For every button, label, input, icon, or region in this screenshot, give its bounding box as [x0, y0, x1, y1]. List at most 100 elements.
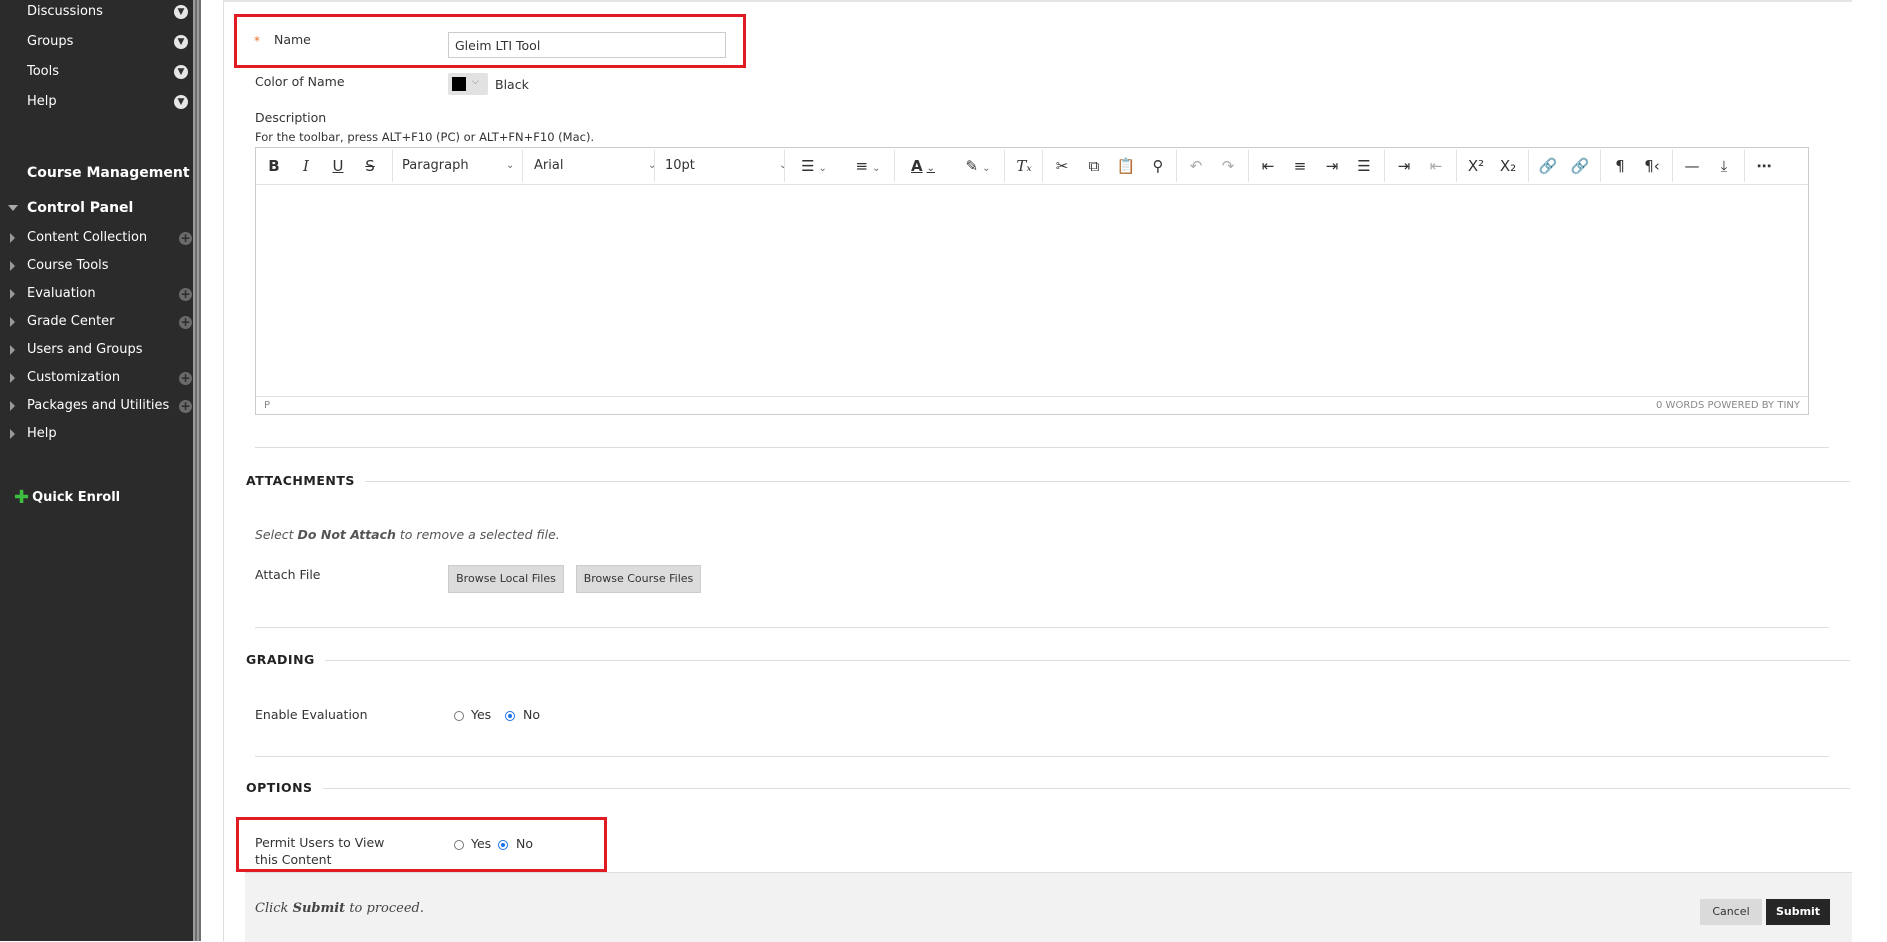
sidebar: Discussions ▼ Groups ▼ Tools ▼ Help ▼ Co…: [0, 0, 193, 941]
sidebar-item-evaluation[interactable]: Evaluation +: [0, 284, 193, 306]
sidebar-resize-handle[interactable]: [193, 0, 201, 941]
italic-icon[interactable]: I: [296, 156, 316, 176]
attachments-hint: Select Do Not Attach to remove a selecte…: [255, 527, 560, 542]
caret-down-icon[interactable]: [8, 205, 18, 211]
subscript-icon[interactable]: X₂: [1496, 156, 1520, 176]
divider: [246, 660, 1850, 661]
horizontal-rule-icon[interactable]: —: [1680, 156, 1704, 176]
format-select-value: Paragraph: [402, 158, 469, 173]
chevron-down-icon[interactable]: ▼: [174, 35, 188, 49]
sidebar-item-tools[interactable]: Tools: [27, 64, 59, 79]
chevron-down-icon: ⌄: [506, 160, 515, 171]
divider: [223, 0, 1852, 2]
add-icon[interactable]: +: [179, 400, 192, 413]
search-icon[interactable]: ⚲: [1146, 156, 1170, 176]
chevron-down-icon[interactable]: ▼: [174, 65, 188, 79]
strikethrough-icon[interactable]: S: [360, 156, 380, 176]
outdent-icon[interactable]: ⇤: [1424, 156, 1448, 176]
font-select[interactable]: Arial ⌄: [534, 156, 657, 176]
divider: [255, 627, 1829, 628]
redo-icon[interactable]: ↷: [1216, 156, 1240, 176]
link-icon[interactable]: 🔗: [1536, 156, 1560, 176]
chevron-down-icon: ⌄: [648, 160, 657, 171]
undo-icon[interactable]: ↶: [1184, 156, 1208, 176]
add-icon[interactable]: +: [179, 288, 192, 301]
radio-label-yes: Yes: [471, 707, 492, 722]
sidebar-item-label: Evaluation: [27, 286, 96, 301]
bullet-list-icon[interactable]: ☰ ⌄: [792, 156, 836, 176]
more-icon[interactable]: ⋯: [1752, 156, 1776, 176]
sidebar-item-packages-and-utilities[interactable]: Packages and Utilities +: [0, 396, 193, 418]
add-icon[interactable]: +: [179, 316, 192, 329]
attachments-heading: ATTACHMENTS: [246, 473, 365, 488]
description-label: Description: [255, 110, 327, 125]
copy-icon[interactable]: ⧉: [1082, 156, 1106, 176]
align-right-icon[interactable]: ⇥: [1320, 156, 1344, 176]
sidebar-item-content-collection[interactable]: Content Collection +: [0, 228, 193, 250]
add-icon[interactable]: +: [179, 372, 192, 385]
browse-course-files-button[interactable]: Browse Course Files: [576, 565, 701, 593]
align-center-icon[interactable]: ≡: [1288, 156, 1312, 176]
quick-enroll-link[interactable]: ✚ Quick Enroll: [14, 487, 120, 508]
toolbar-hint: For the toolbar, press ALT+F10 (PC) or A…: [255, 130, 595, 144]
sidebar-item-customization[interactable]: Customization +: [0, 368, 193, 390]
grading-heading: GRADING: [246, 652, 325, 667]
font-size-select[interactable]: 10pt⌄: [665, 156, 787, 176]
caret-right-icon: [10, 429, 15, 439]
cancel-button[interactable]: Cancel: [1700, 899, 1762, 925]
chevron-down-icon[interactable]: ▼: [174, 95, 188, 109]
underline-icon[interactable]: U: [328, 156, 348, 176]
sidebar-item-course-tools[interactable]: Course Tools: [0, 256, 193, 278]
cut-icon[interactable]: ✂: [1050, 156, 1074, 176]
add-icon[interactable]: +: [179, 232, 192, 245]
text-color-icon[interactable]: A ⌄: [901, 156, 945, 176]
chevron-down-icon[interactable]: ▼: [174, 5, 188, 19]
word-count: 0 WORDS POWERED BY TINY: [1656, 400, 1800, 411]
font-select-value: Arial: [534, 158, 564, 173]
ltr-icon[interactable]: ¶: [1608, 156, 1632, 176]
unlink-icon[interactable]: 🔗: [1568, 156, 1592, 176]
submit-bar: Click Submit to proceed. Cancel Submit: [245, 872, 1852, 942]
sidebar-item-groups[interactable]: Groups: [27, 34, 73, 49]
sidebar-item-discussions[interactable]: Discussions: [27, 4, 103, 19]
sidebar-item-label: Help: [27, 426, 57, 441]
sidebar-item-label: Customization: [27, 370, 121, 385]
sidebar-item-help[interactable]: Help: [0, 424, 193, 446]
options-heading: OPTIONS: [246, 780, 323, 795]
align-justify-icon[interactable]: ☰: [1352, 156, 1376, 176]
editor-content-area[interactable]: [256, 184, 1808, 398]
caret-right-icon: [10, 317, 15, 327]
format-select[interactable]: Paragraph ⌄: [402, 156, 515, 176]
highlight-color-icon[interactable]: ✎ ⌄: [956, 156, 1000, 176]
font-size-value: 10pt: [665, 158, 695, 173]
enable-evaluation-no-radio[interactable]: [505, 711, 515, 721]
sidebar-item-grade-center[interactable]: Grade Center +: [0, 312, 193, 334]
enable-evaluation-label: Enable Evaluation: [255, 707, 368, 722]
permit-users-no-radio[interactable]: [498, 840, 508, 850]
indent-icon[interactable]: ⇥: [1392, 156, 1416, 176]
sidebar-item-users-and-groups[interactable]: Users and Groups: [0, 340, 193, 362]
rtl-icon[interactable]: ¶‹: [1640, 156, 1664, 176]
insert-icon[interactable]: ⤓: [1712, 156, 1736, 176]
enable-evaluation-yes-radio[interactable]: [454, 711, 464, 721]
browse-local-files-button[interactable]: Browse Local Files: [448, 565, 564, 593]
sidebar-item-label: Course Tools: [27, 258, 109, 273]
align-left-icon[interactable]: ⇤: [1256, 156, 1280, 176]
sidebar-item-help-top[interactable]: Help: [27, 94, 57, 109]
clear-formatting-icon[interactable]: Tₓ: [1011, 156, 1037, 176]
numbered-list-icon[interactable]: ≡ ⌄: [846, 156, 890, 176]
radio-label-no: No: [516, 836, 533, 851]
name-input[interactable]: [448, 32, 726, 58]
divider: [246, 788, 1850, 789]
plus-icon: ✚: [14, 487, 30, 508]
color-picker[interactable]: ⌵: [448, 73, 488, 95]
submit-button[interactable]: Submit: [1766, 899, 1830, 925]
superscript-icon[interactable]: X²: [1464, 156, 1488, 176]
paste-icon[interactable]: 📋: [1114, 156, 1138, 176]
control-panel-heading[interactable]: Control Panel: [27, 200, 133, 216]
bold-icon[interactable]: B: [264, 156, 284, 176]
submit-hint: Click Submit to proceed.: [255, 901, 425, 916]
color-swatch: [452, 77, 466, 91]
quick-enroll-label: Quick Enroll: [32, 490, 121, 505]
permit-users-yes-radio[interactable]: [454, 840, 464, 850]
